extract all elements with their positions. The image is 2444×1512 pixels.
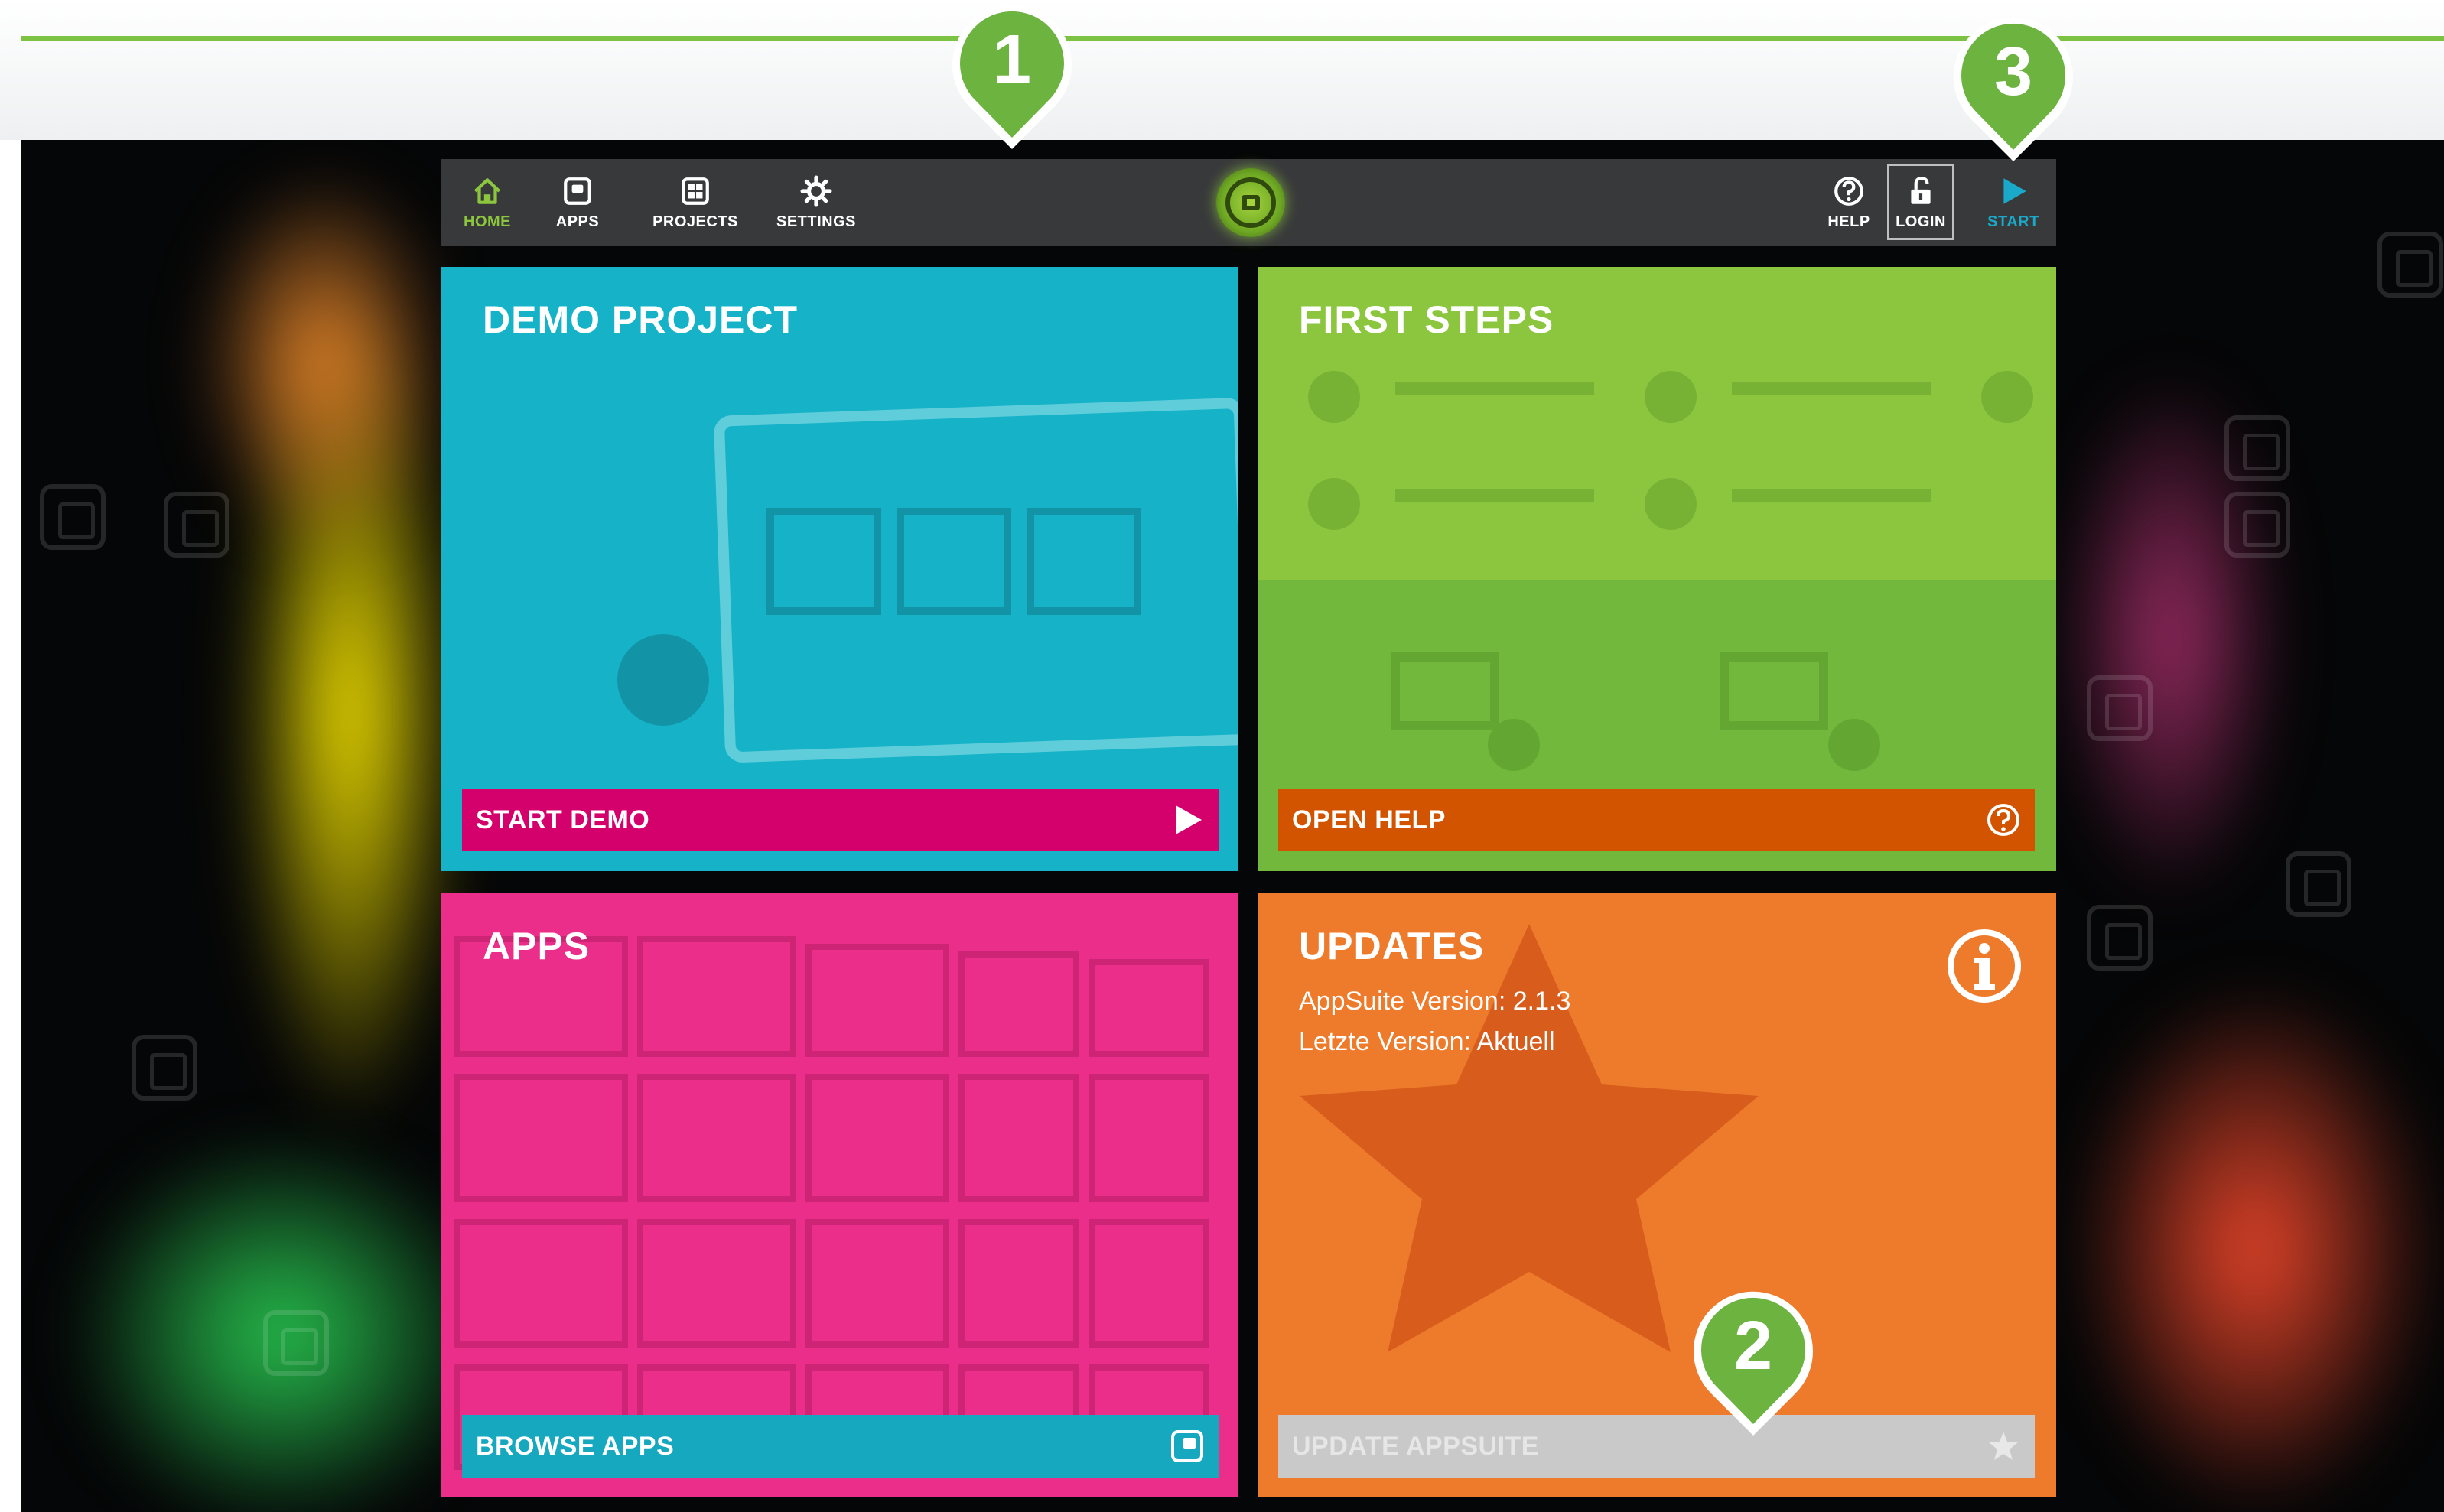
grid-icon [682, 177, 709, 205]
nav-settings[interactable]: SETTINGS [770, 159, 862, 246]
apps-wall-illustration [454, 936, 1209, 1470]
appsuite-version-text: AppSuite Version: 2.1.3 [1299, 987, 1571, 1016]
callout-marker-1: 1 [952, 5, 1072, 149]
gesture-illustrations [1308, 371, 2033, 771]
background-grid-icon [40, 484, 106, 550]
star-illustration [1300, 924, 1759, 1352]
gear-icon [800, 175, 832, 206]
info-icon[interactable] [1946, 928, 2023, 1004]
background-app-icon [132, 1035, 197, 1101]
background-app-icon [164, 492, 229, 558]
question-circle-icon [1834, 176, 1863, 206]
nav-help-label: HELP [1827, 213, 1870, 230]
nav-login-label: LOGIN [1896, 213, 1946, 230]
background-grid-icon [2286, 851, 2351, 917]
demo-project-title: DEMO PROJECT [483, 298, 799, 341]
nav-projects-label: PROJECTS [652, 213, 738, 230]
unlock-icon [1911, 176, 1931, 204]
star-icon [1989, 1432, 2018, 1460]
callout-marker-2-label: 2 [1734, 1308, 1772, 1384]
background-app-icon [2087, 675, 2153, 741]
background-grid-icon [2377, 232, 2443, 298]
nav-apps[interactable]: APPS [548, 159, 607, 246]
question-circle-icon [1987, 804, 2019, 836]
nav-help[interactable]: HELP [1818, 159, 1879, 246]
accent-line [21, 36, 2444, 41]
background-grid-icon [2224, 415, 2290, 481]
update-appsuite-button[interactable]: UPDATE APPSUITE [1278, 1415, 2035, 1478]
open-help-button[interactable]: OPEN HELP [1278, 789, 2035, 851]
background-app-icon [2087, 905, 2153, 971]
update-appsuite-label: UPDATE APPSUITE [1292, 1431, 1539, 1461]
callout-marker-2: 2 [1694, 1291, 1813, 1436]
first-steps-tile[interactable]: FIRST STEPS OPEN HELP [1258, 267, 2056, 871]
apps-title: APPS [483, 925, 591, 967]
nav-start-label: START [1987, 213, 2039, 230]
demo-preview-illustration [617, 398, 1238, 763]
latest-version-text: Letzte Version: Aktuell [1299, 1027, 1555, 1056]
demo-project-tile[interactable]: DEMO PROJECT START DEMO [441, 267, 1238, 871]
callout-marker-1-label: 1 [993, 21, 1031, 98]
home-icon [474, 177, 501, 204]
app-square-icon [564, 177, 591, 205]
play-icon [2003, 177, 2026, 204]
paint-splash-red [2071, 981, 2439, 1512]
callout-marker-3-label: 3 [1994, 34, 2032, 110]
callout-marker-3: 3 [1954, 17, 2073, 161]
start-demo-button[interactable]: START DEMO [462, 789, 1219, 851]
nav-login[interactable]: LOGIN [1887, 159, 1954, 246]
nav-home[interactable]: HOME [458, 159, 516, 246]
start-demo-label: START DEMO [476, 805, 650, 834]
updates-title: UPDATES [1299, 925, 1485, 967]
top-navigation-bar: HOME APPS PROJECTS SETTINGS HELP LOGIN S… [441, 159, 2056, 246]
paint-splash-orange [197, 171, 450, 553]
browse-apps-button[interactable]: BROWSE APPS [462, 1415, 1219, 1478]
nav-home-label: HOME [464, 213, 511, 230]
nav-settings-label: SETTINGS [776, 213, 856, 230]
first-steps-title: FIRST STEPS [1299, 298, 1554, 341]
app-square-icon [1171, 1430, 1203, 1462]
updates-tile[interactable]: UPDATES AppSuite Version: 2.1.3 Letzte V… [1258, 893, 2056, 1497]
browse-apps-label: BROWSE APPS [476, 1431, 675, 1461]
open-help-label: OPEN HELP [1292, 805, 1446, 834]
app-logo [1216, 168, 1285, 237]
apps-tile[interactable]: APPS BROWSE APPS [441, 893, 1238, 1497]
background-app-icon [2224, 492, 2290, 558]
logo-icon [1225, 177, 1276, 228]
play-icon [1176, 805, 1202, 834]
nav-projects[interactable]: PROJECTS [649, 159, 741, 246]
nav-apps-label: APPS [555, 213, 600, 230]
nav-start[interactable]: START [1979, 159, 2048, 246]
background-app-icon [263, 1310, 329, 1376]
